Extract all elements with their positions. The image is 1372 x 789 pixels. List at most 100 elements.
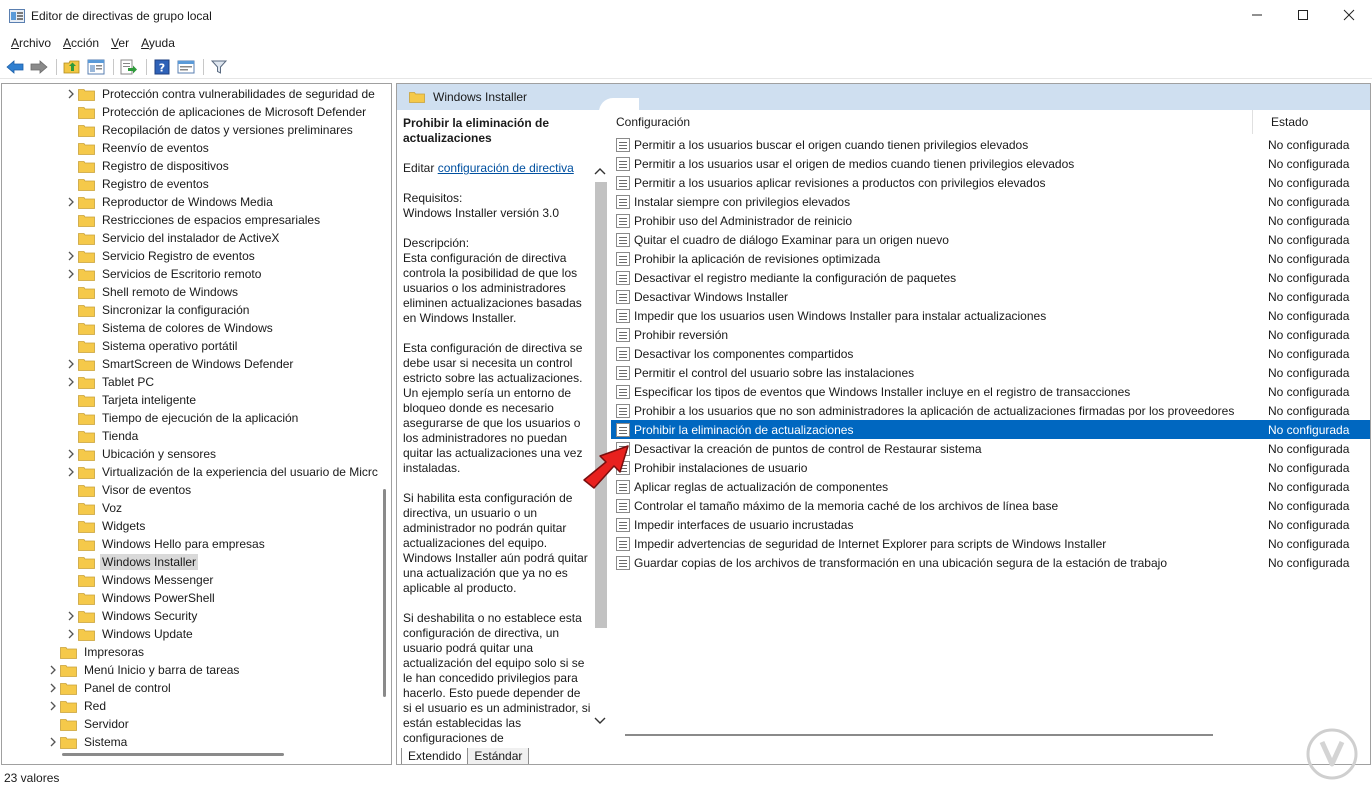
tree-item[interactable]: Windows Hello para empresas [64,535,267,553]
tree-item[interactable]: Windows Messenger [64,571,215,589]
tree-item[interactable]: Registro de eventos [64,175,211,193]
list-item[interactable]: Prohibir a los usuarios que no son admin… [611,401,1370,420]
column-divider[interactable] [1252,110,1253,134]
help-button[interactable]: ? [151,57,173,77]
tree-item[interactable]: Ubicación y sensores [64,445,218,463]
tree-item[interactable]: Voz [64,499,124,517]
back-button[interactable] [4,57,26,77]
chevron-right-icon[interactable] [64,265,78,283]
list-item[interactable]: Prohibir reversión No configurada [611,325,1370,344]
tree-item[interactable]: Protección contra vulnerabilidades de se… [64,85,377,103]
list-item[interactable]: Desactivar el registro mediante la confi… [611,268,1370,287]
list-item[interactable]: Desactivar Windows Installer No configura… [611,287,1370,306]
tree-item[interactable]: Panel de control [46,679,173,697]
menu-ver[interactable]: Ver [105,36,135,50]
tree-item[interactable]: Menú Inicio y barra de tareas [46,661,241,679]
list-item[interactable]: Instalar siempre con privilegios elevado… [611,192,1370,211]
list-item[interactable]: Impedir interfaces de usuario incrustada… [611,515,1370,534]
menu-accion[interactable]: Acción [57,36,105,50]
tree-item[interactable]: Windows PowerShell [64,589,217,607]
tree-item[interactable]: Servicio Registro de eventos [64,247,257,265]
tree-item[interactable]: Windows Installer [64,553,199,571]
tree-item[interactable]: Registro de dispositivos [64,157,231,175]
chevron-right-icon[interactable] [64,445,78,463]
list-item[interactable]: Aplicar reglas de actualización de compo… [611,477,1370,496]
tree-item[interactable]: Red [46,697,108,715]
desc-scroll-down-icon[interactable] [594,714,606,728]
list-item[interactable]: Desactivar la creación de puntos de cont… [611,439,1370,458]
list-item[interactable]: Permitir a los usuarios usar el origen d… [611,154,1370,173]
column-header-estado[interactable]: Estado [1271,115,1308,129]
list-item[interactable]: Prohibir uso del Administrador de reinic… [611,211,1370,230]
list-item[interactable]: Prohibir la eliminación de actualizacion… [611,420,1370,439]
list-horizontal-scrollbar[interactable] [625,734,1213,736]
tree-item[interactable]: Reenvío de eventos [64,139,211,157]
list-item[interactable]: Quitar el cuadro de diálogo Examinar par… [611,230,1370,249]
chevron-right-icon[interactable] [64,463,78,481]
tree-item[interactable]: Servicios de Escritorio remoto [64,265,263,283]
tree-item[interactable]: Servicio del instalador de ActiveX [64,229,281,247]
list-item[interactable]: Permitir a los usuarios aplicar revision… [611,173,1370,192]
chevron-right-icon[interactable] [64,625,78,643]
properties-button[interactable] [175,57,197,77]
desc-scrollbar-thumb[interactable] [595,182,607,628]
chevron-right-icon[interactable] [64,193,78,211]
column-header-configuracion[interactable]: Configuración [616,115,690,129]
tree-item[interactable]: Visor de eventos [64,481,193,499]
tree-item[interactable]: Virtualización de la experiencia del usu… [64,463,380,481]
chevron-right-icon[interactable] [64,355,78,373]
list-item[interactable]: Desactivar los componentes compartidos No… [611,344,1370,363]
up-folder-button[interactable] [61,57,83,77]
chevron-right-icon[interactable] [46,661,60,679]
tree-item[interactable]: Impresoras [46,643,146,661]
chevron-right-icon[interactable] [64,247,78,265]
minimize-button[interactable] [1234,0,1280,30]
chevron-right-icon[interactable] [46,679,60,697]
close-button[interactable] [1326,0,1372,30]
list-item[interactable]: Impedir que los usuarios usen Windows In… [611,306,1370,325]
menu-ayuda[interactable]: Ayuda [135,36,181,50]
forward-button[interactable] [28,57,50,77]
chevron-right-icon[interactable] [64,373,78,391]
tree-item[interactable]: Windows Security [64,607,199,625]
chevron-right-icon[interactable] [64,607,78,625]
tree-item[interactable]: Sincronizar la configuración [64,301,251,319]
tree-item[interactable]: Recopilación de datos y versiones prelim… [64,121,355,139]
tree-item[interactable]: Reproductor de Windows Media [64,193,275,211]
list-item[interactable]: Impedir advertencias de seguridad de Int… [611,534,1370,553]
tree-item[interactable]: Windows Update [64,625,195,643]
list-item[interactable]: Permitir a los usuarios buscar el origen… [611,135,1370,154]
tree-item[interactable]: Protección de aplicaciones de Microsoft … [64,103,368,121]
filter-button[interactable] [208,57,230,77]
tree-horizontal-scrollbar[interactable] [62,753,284,756]
tab-extendido[interactable]: Extendido [401,748,469,764]
edit-policy-link[interactable]: configuración de directiva [438,161,574,175]
tree-item[interactable]: SmartScreen de Windows Defender [64,355,295,373]
tree-item[interactable]: Widgets [64,517,147,535]
desc-scroll-up-icon[interactable] [594,164,606,178]
show-hide-tree-button[interactable] [85,57,107,77]
chevron-right-icon[interactable] [46,733,60,751]
console-tree[interactable]: Protección contra vulnerabilidades de se… [1,83,392,765]
tree-item[interactable]: Sistema [46,733,129,751]
list-item[interactable]: Especificar los tipos de eventos que Win… [611,382,1370,401]
tree-item[interactable]: Restricciones de espacios empresariales [64,211,322,229]
maximize-button[interactable] [1280,0,1326,30]
menu-archivo[interactable]: Archivo [5,36,57,50]
tree-item[interactable]: Sistema de colores de Windows [64,319,275,337]
tab-estandar[interactable]: Estándar [467,748,530,764]
tree-item[interactable]: Servidor [46,715,131,733]
tree-vertical-scrollbar[interactable] [383,489,386,697]
tree-item[interactable]: Tarjeta inteligente [64,391,198,409]
list-item[interactable]: Prohibir instalaciones de usuario No conf… [611,458,1370,477]
tree-item[interactable]: Tiempo de ejecución de la aplicación [64,409,300,427]
chevron-right-icon[interactable] [64,85,78,103]
list-item[interactable]: Permitir el control del usuario sobre la… [611,363,1370,382]
tree-item[interactable]: Shell remoto de Windows [64,283,240,301]
tree-item[interactable]: Tablet PC [64,373,156,391]
list-item[interactable]: Controlar el tamaño máximo de la memoria… [611,496,1370,515]
tree-item[interactable]: Sistema operativo portátil [64,337,239,355]
chevron-right-icon[interactable] [46,697,60,715]
list-item[interactable]: Guardar copias de los archivos de transf… [611,553,1370,572]
list-item[interactable]: Prohibir la aplicación de revisiones opt… [611,249,1370,268]
